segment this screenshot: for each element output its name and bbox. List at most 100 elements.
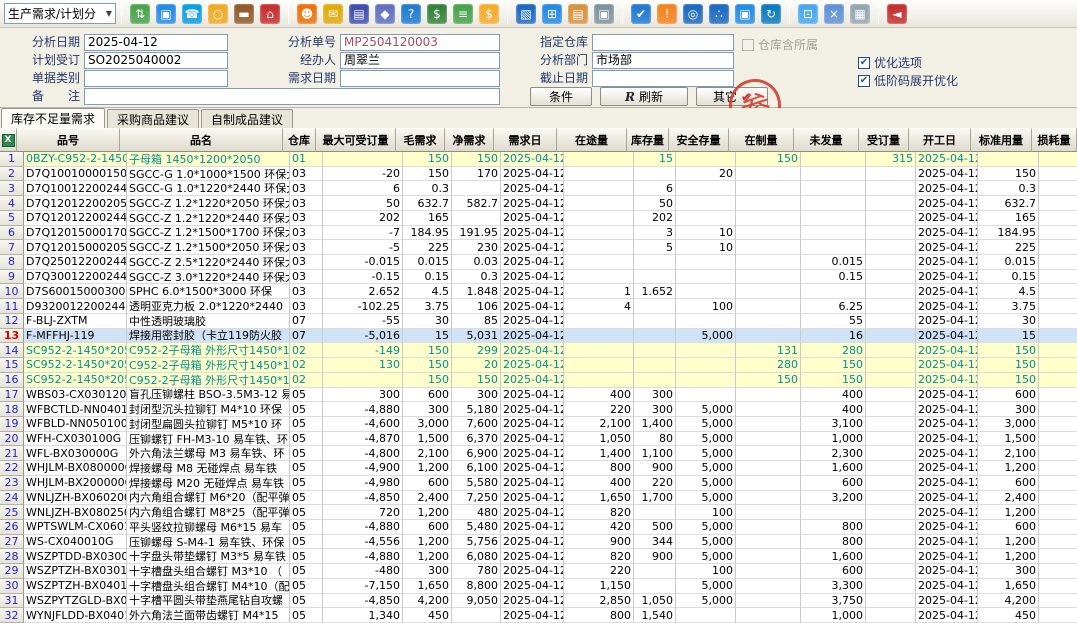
column-header-wh[interactable]: 仓库 bbox=[283, 128, 316, 152]
column-header-sdate[interactable]: 开工日 bbox=[909, 128, 971, 152]
cell-stock: 1,100 bbox=[634, 446, 676, 461]
table-row[interactable]: 2D7Q1001000015000GSGCC-G 1.0*1000*1500 环… bbox=[0, 167, 1077, 182]
key-icon[interactable]: ◆ bbox=[375, 4, 395, 24]
table-row[interactable]: 13F-MFFHJ-119焊接用密封胶（卡立119防火胶07-5,016155,… bbox=[0, 329, 1077, 344]
cart-icon[interactable]: ≡ bbox=[453, 4, 473, 24]
column-header-safety[interactable]: 安全存量 bbox=[669, 128, 729, 152]
lock-icon[interactable]: ○ bbox=[208, 4, 228, 24]
table-row[interactable]: 23WHJLM-BX200000G焊接螺母 M20 无碰焊点 易车铁05-4,9… bbox=[0, 476, 1077, 491]
column-header-transit[interactable]: 在途量 bbox=[557, 128, 627, 152]
table-row[interactable]: 27WS-CX040010G压铆螺母 S-M4-1 易车铁、环保05-4,556… bbox=[0, 535, 1077, 550]
module-selector-dropdown[interactable]: 生产需求/计划分 ▼ bbox=[4, 3, 116, 24]
table-row[interactable]: 8D7Q2501220024400GSGCC-Z 2.5*1220*2440 环… bbox=[0, 255, 1077, 270]
tab-3[interactable]: 自制成品建议 bbox=[201, 109, 293, 128]
calculator-icon[interactable]: ⊞ bbox=[542, 4, 562, 24]
search-doc-icon[interactable]: ◎ bbox=[683, 4, 703, 24]
table-row[interactable]: 12F-BLJ-ZXTM中性透明玻璃胶07-5530852025-04-1255… bbox=[0, 314, 1077, 329]
sync-icon[interactable]: ⇅ bbox=[130, 4, 150, 24]
plan-order-input[interactable]: SO2025040002 bbox=[84, 52, 228, 69]
column-header-max[interactable]: 最大可受订量 bbox=[316, 128, 396, 152]
column-header-wip[interactable]: 在制量 bbox=[729, 128, 794, 152]
optimize-checkbox[interactable]: ✔ 优化选项 bbox=[858, 54, 922, 71]
refresh-button[interactable]: R 刷新 bbox=[600, 87, 688, 106]
cascade-icon[interactable]: ▦ bbox=[850, 4, 870, 24]
tab-2[interactable]: 采购商品建议 bbox=[107, 109, 199, 128]
phone-icon[interactable]: ☎ bbox=[182, 4, 202, 24]
tab-1[interactable]: 库存不足量需求 bbox=[1, 108, 105, 128]
dollar-icon[interactable]: $ bbox=[427, 4, 447, 24]
table-row[interactable]: 21WFL-BX030000G外六角法兰螺母 M3 易车铁、环05-4,8002… bbox=[0, 446, 1077, 461]
card-icon[interactable]: ▤ bbox=[349, 4, 369, 24]
table-row[interactable]: 20WFH-CX030100G压铆螺钉 FH-M3-10 易车铁、环05-4,8… bbox=[0, 432, 1077, 447]
bell-icon[interactable]: ! bbox=[657, 4, 677, 24]
exit-icon[interactable]: ◄ bbox=[887, 4, 907, 24]
demand-date-input[interactable] bbox=[340, 70, 500, 87]
archive-icon[interactable]: ▤ bbox=[568, 4, 588, 24]
table-row[interactable]: 6D7Q1201500017000GSGCC-Z 1.2*1500*1700 环… bbox=[0, 226, 1077, 241]
help-icon[interactable]: ? bbox=[401, 4, 421, 24]
column-header-gross[interactable]: 毛需求 bbox=[396, 128, 445, 152]
remote-icon[interactable]: ▣ bbox=[735, 4, 755, 24]
table-row[interactable]: 22WHJLM-BX080000G焊接螺母 M8 无碰焊点 易车铁05-4,90… bbox=[0, 461, 1077, 476]
analysis-no-input[interactable]: MP2504120003 bbox=[340, 34, 500, 51]
table-row[interactable]: 11D932001220024400G透明亚克力板 2.0*1220*24400… bbox=[0, 299, 1077, 314]
users-icon[interactable]: ☻ bbox=[297, 4, 317, 24]
column-header-stock[interactable]: 库存量 bbox=[627, 128, 669, 152]
copy-icon[interactable]: ▣ bbox=[594, 4, 614, 24]
table-row[interactable]: 28WSZPTDD-BX030050G十字盘头带垫螺钉 M3*5 易车铁05-4… bbox=[0, 549, 1077, 564]
monitor-icon[interactable]: ▣ bbox=[156, 4, 176, 24]
column-header-ordered[interactable]: 受订量 bbox=[859, 128, 909, 152]
close-window-icon[interactable]: × bbox=[824, 4, 844, 24]
table-row[interactable]: 17WBS03-CX030120G盲孔压铆螺柱 BSO-3.5M3-12 易05… bbox=[0, 388, 1077, 403]
export-excel-button[interactable]: X bbox=[0, 128, 17, 152]
table-row[interactable]: 7D7Q1201500020500GSGCC-Z 1.2*1500*2050 环… bbox=[0, 240, 1077, 255]
table-row[interactable]: 18WFBCTLD-NN040100G封闭型沉头拉铆钉 M4*10 环保05-4… bbox=[0, 402, 1077, 417]
report-icon[interactable]: ▧ bbox=[516, 4, 536, 24]
column-header-name[interactable]: 品名 bbox=[120, 128, 283, 152]
condition-button[interactable]: 条件 bbox=[530, 87, 592, 106]
doc-type-input[interactable] bbox=[84, 70, 228, 87]
table-row[interactable]: 31WSZPYTZGLD-BX040150G十字槽平圆头带垫燕尾钻自攻螺05-4… bbox=[0, 594, 1077, 609]
handler-input[interactable]: 周翠兰 bbox=[340, 52, 500, 69]
low-code-checkbox[interactable]: ✔ 低阶码展开优化 bbox=[858, 72, 958, 89]
table-row[interactable]: 10D7S6001500030000GSPHC 6.0*1500*3000 环保… bbox=[0, 284, 1077, 299]
assigned-wh-input[interactable] bbox=[592, 34, 734, 51]
table-row[interactable]: 9D7Q3001220024400GSGCC-Z 3.0*1220*2440 环… bbox=[0, 270, 1077, 285]
table-row[interactable]: 15SC952-2-1450*2050-1C952-2子母箱 外形尺寸1450*… bbox=[0, 358, 1077, 373]
other-button[interactable]: 其它 ✔ bbox=[696, 87, 768, 106]
network-icon[interactable]: ∴ bbox=[709, 4, 729, 24]
column-header-unship[interactable]: 未发量 bbox=[794, 128, 859, 152]
table-row[interactable]: 16SC952-2-1450*2050-1C952-2子母箱 外形尺寸1450*… bbox=[0, 373, 1077, 388]
approve-icon[interactable]: ✔ bbox=[631, 4, 651, 24]
column-header-std[interactable]: 标准用量 bbox=[971, 128, 1032, 152]
remark-input[interactable] bbox=[84, 88, 500, 105]
table-row[interactable]: 10BZY-C952-2-1450*2050子母箱 1450*1200*2050… bbox=[0, 152, 1077, 167]
table-row[interactable]: 4D7Q1201220020500GSGCC-Z 1.2*1220*2050 环… bbox=[0, 196, 1077, 211]
table-row[interactable]: 32WYNJFLDD-BX040150G外六角法兰面带齿螺钉 M4*15051,… bbox=[0, 608, 1077, 623]
table-row[interactable]: 26WPTSWLM-CX060150G平头竖纹拉铆螺母 M6*15 易车05-4… bbox=[0, 520, 1077, 535]
home-icon[interactable]: ⌂ bbox=[260, 4, 280, 24]
briefcase-icon[interactable]: ▬ bbox=[234, 4, 254, 24]
column-header-loss[interactable]: 损耗量 bbox=[1032, 128, 1077, 152]
cell-unship bbox=[801, 505, 866, 520]
analysis-dept-input[interactable]: 市场部 bbox=[592, 52, 734, 69]
refresh-icon[interactable]: ↻ bbox=[761, 4, 781, 24]
table-row[interactable]: 29WSZPTZH-BX030100G十字槽盘头组合螺钉 M3*10 （05-4… bbox=[0, 564, 1077, 579]
table-row[interactable]: 19WFBLD-NN050100G封闭型扁圆头拉铆钉 M5*10 环05-4,6… bbox=[0, 417, 1077, 432]
window-icon[interactable]: ⊡ bbox=[798, 4, 818, 24]
analysis-date-input[interactable]: 2025-04-12 bbox=[84, 34, 228, 51]
table-row[interactable]: 25WNLJZH-BX080250G内六角组合螺钉 M8*25（配平弹05720… bbox=[0, 505, 1077, 520]
column-header-pn[interactable]: 品号 bbox=[17, 128, 120, 152]
table-row[interactable]: 5D7Q1201220024400GSGCC-Z 1.2*1220*2440 环… bbox=[0, 211, 1077, 226]
cell-ordered bbox=[866, 329, 916, 344]
end-date-input[interactable] bbox=[592, 70, 734, 87]
table-row[interactable]: 3D7Q1001220024400GSGCC-G 1.0*1220*2440 环… bbox=[0, 181, 1077, 196]
table-row[interactable]: 14SC952-2-1450*2050-1C952-2子母箱 外形尺寸1450*… bbox=[0, 343, 1077, 358]
column-header-net[interactable]: 净需求 bbox=[445, 128, 494, 152]
table-row[interactable]: 30WSZPTZH-BX040100G十字槽盘头组合螺钉 M4*10（配05-7… bbox=[0, 579, 1077, 594]
table-row[interactable]: 24WNLJZH-BX060200G内六角组合螺钉 M6*20（配平弹05-4,… bbox=[0, 491, 1077, 506]
cell-transit: 900 bbox=[564, 535, 634, 550]
mail-icon[interactable]: ✉ bbox=[323, 4, 343, 24]
column-header-ddate[interactable]: 需求日 bbox=[494, 128, 557, 152]
finance-icon[interactable]: $ bbox=[479, 4, 499, 24]
